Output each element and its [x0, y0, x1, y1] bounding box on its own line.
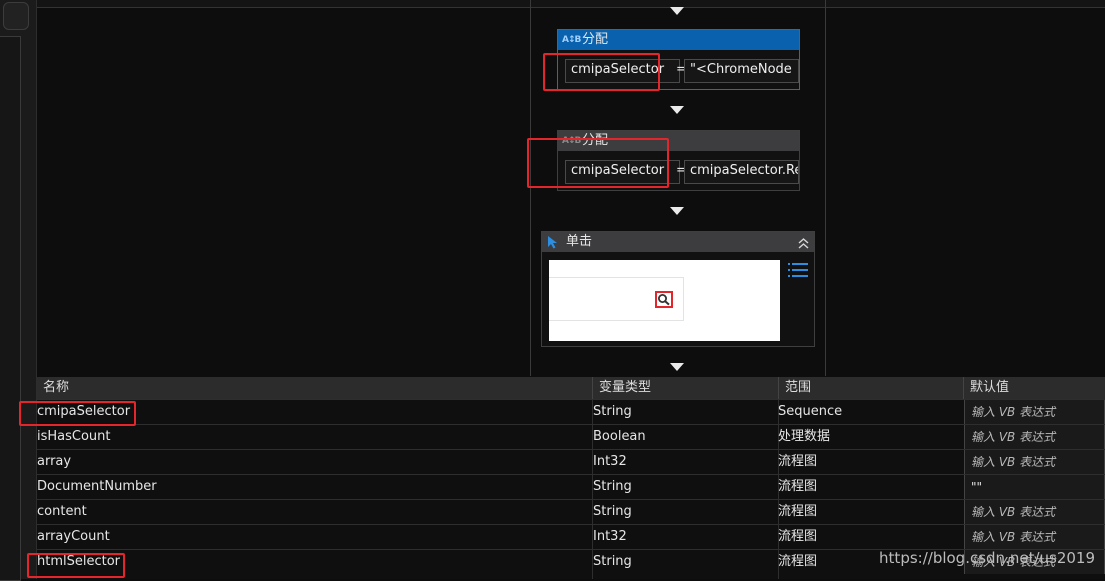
ab-assign-icon: A↕B — [562, 35, 581, 45]
variable-row[interactable]: array Int32 流程图 输入 VB 表达式 — [37, 449, 1105, 474]
highlight-box — [543, 53, 660, 91]
variable-type[interactable]: String — [593, 400, 632, 424]
variable-row[interactable]: isHasCount Boolean 处理数据 输入 VB 表达式 — [37, 424, 1105, 449]
flow-arrow-icon — [670, 363, 684, 371]
highlight-box — [19, 401, 136, 426]
cursor-pointer-icon — [547, 235, 559, 256]
sequence-left-border — [530, 0, 531, 376]
assign-value-field[interactable]: cmipaSelector.Re — [684, 160, 799, 184]
flow-arrow-icon — [670, 106, 684, 114]
variable-scope[interactable]: 流程图 — [778, 550, 817, 574]
magnifier-icon — [655, 291, 673, 308]
variable-scope[interactable]: 流程图 — [778, 525, 817, 549]
flow-arrow-icon — [670, 207, 684, 215]
variable-scope[interactable]: 处理数据 — [778, 425, 830, 449]
variable-name[interactable]: DocumentNumber — [37, 475, 157, 499]
variable-name[interactable]: isHasCount — [37, 425, 111, 449]
variable-default[interactable]: 输入 VB 表达式 — [964, 425, 1105, 449]
highlight-box — [27, 553, 125, 578]
assign-value-field[interactable]: "<ChromeNode — [684, 59, 799, 83]
variable-row[interactable]: arrayCount Int32 流程图 输入 VB 表达式 — [37, 524, 1105, 549]
variable-type[interactable]: String — [593, 475, 632, 499]
variable-type[interactable]: String — [593, 500, 632, 524]
sequence-right-border — [825, 0, 826, 376]
variable-name[interactable]: arrayCount — [37, 525, 110, 549]
highlight-box — [527, 138, 669, 188]
variable-default[interactable]: 输入 VB 表达式 — [964, 400, 1105, 424]
click-header: 单击 — [542, 232, 814, 252]
click-activity[interactable]: 单击 — [541, 231, 815, 347]
variable-row[interactable]: content String 流程图 输入 VB 表达式 — [37, 499, 1105, 524]
variable-row[interactable]: DocumentNumber String 流程图 "" — [37, 474, 1105, 499]
variable-default[interactable]: "" — [964, 475, 1105, 499]
variable-row[interactable]: cmipaSelector String Sequence 输入 VB 表达式 — [37, 399, 1105, 424]
flow-arrow-icon — [670, 7, 684, 15]
variable-default[interactable]: 输入 VB 表达式 — [964, 450, 1105, 474]
variable-default[interactable]: 输入 VB 表达式 — [964, 500, 1105, 524]
element-preview — [549, 260, 780, 341]
click-title: 单击 — [566, 234, 593, 249]
variable-name[interactable]: content — [37, 500, 87, 524]
column-header-type[interactable]: 变量类型 — [593, 377, 779, 399]
watermark: https://blog.csdn.net/us2019 — [879, 549, 1095, 567]
variable-scope[interactable]: 流程图 — [778, 450, 817, 474]
column-header-scope[interactable]: 范围 — [779, 377, 964, 399]
column-header-default[interactable]: 默认值 — [964, 377, 1105, 399]
variable-scope[interactable]: 流程图 — [778, 500, 817, 524]
designer-top-strip — [37, 0, 1105, 8]
column-header-name[interactable]: 名称 — [37, 377, 593, 399]
variable-name[interactable]: array — [37, 450, 71, 474]
variable-scope[interactable]: Sequence — [778, 400, 842, 424]
list-menu-icon[interactable] — [788, 262, 808, 286]
panel-tab[interactable] — [3, 2, 29, 30]
chevron-up-icon[interactable] — [798, 236, 809, 256]
variable-type[interactable]: String — [593, 550, 632, 574]
assign-title: 分配 — [582, 32, 609, 47]
left-panel — [0, 0, 37, 581]
variable-scope[interactable]: 流程图 — [778, 475, 817, 499]
assign-header: A↕B 分配 — [558, 30, 799, 50]
variable-type[interactable]: Int32 — [593, 450, 627, 474]
variable-type[interactable]: Boolean — [593, 425, 646, 449]
variable-default[interactable]: 输入 VB 表达式 — [964, 525, 1105, 549]
variable-type[interactable]: Int32 — [593, 525, 627, 549]
side-panel — [0, 36, 21, 581]
